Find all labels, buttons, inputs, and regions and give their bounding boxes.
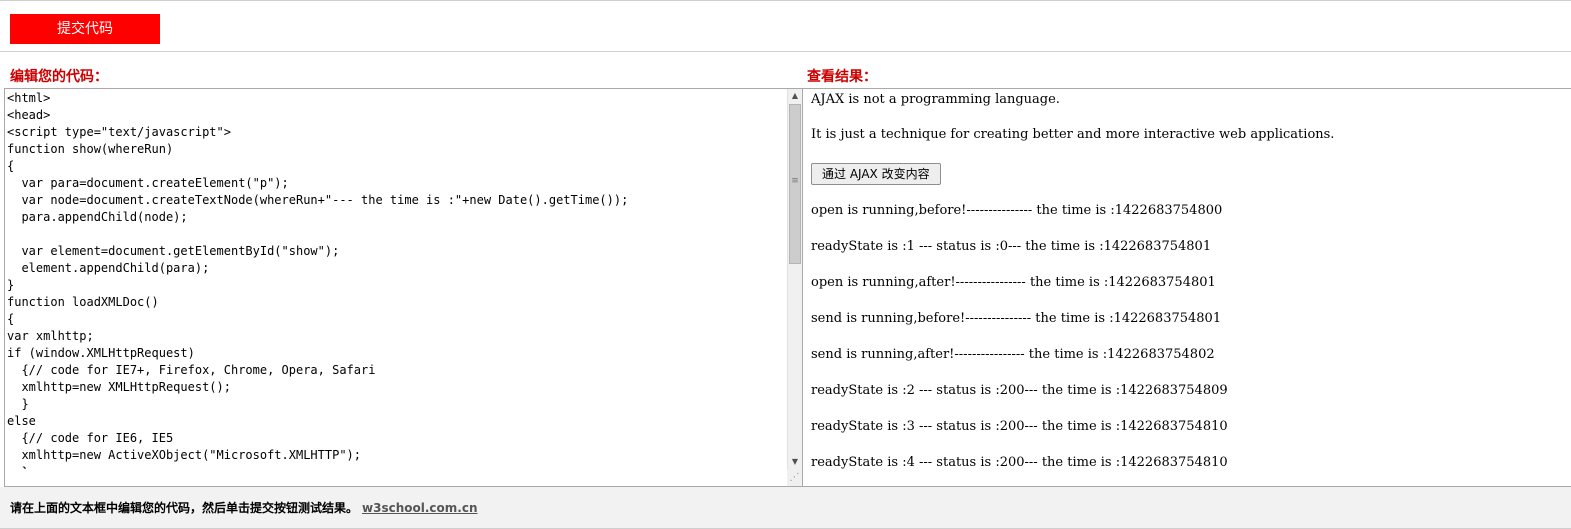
scroll-up-arrow-icon[interactable]: ▲ <box>788 89 802 103</box>
code-editor-textarea[interactable]: <html> <head> <script type="text/javascr… <box>5 89 788 469</box>
log-line: open is running,after!---------------- t… <box>811 275 1216 290</box>
log-line: readyState is :3 --- status is :200--- t… <box>811 419 1228 434</box>
resize-grip-icon[interactable]: ⋰ <box>787 469 802 486</box>
result-paragraph: It is just a technique for creating bett… <box>811 127 1335 142</box>
scroll-down-arrow-icon[interactable]: ▼ <box>788 455 802 469</box>
w3school-link[interactable]: w3school.com.cn <box>362 501 477 515</box>
log-line: readyState is :4 --- status is :200--- t… <box>811 455 1228 470</box>
log-line: send is running,after!---------------- t… <box>811 347 1215 362</box>
submit-code-button[interactable]: 提交代码 <box>10 14 160 44</box>
scrollbar-thumb[interactable]: ≡ <box>789 104 801 264</box>
result-paragraph: AJAX is not a programming language. <box>811 92 1060 107</box>
editor-title: 编辑您的代码： <box>10 69 108 85</box>
top-toolbar: 提交代码 <box>0 0 1571 52</box>
footer-instruction-text: 请在上面的文本框中编辑您的代码，然后单击提交按钮测试结果。 <box>10 501 359 515</box>
code-editor-panel: <html> <head> <script type="text/javascr… <box>4 88 803 487</box>
change-content-ajax-button[interactable]: 通过 AJAX 改变内容 <box>811 163 941 185</box>
editor-vertical-scrollbar[interactable]: ▲ ≡ ▼ <box>787 89 802 469</box>
log-line: readyState is :2 --- status is :200--- t… <box>811 383 1228 398</box>
scrollbar-grip-icon: ≡ <box>791 176 799 186</box>
log-line: send is running,before!--------------- t… <box>811 311 1222 326</box>
footer-bar: 请在上面的文本框中编辑您的代码，然后单击提交按钮测试结果。 w3school.co… <box>0 487 1571 529</box>
log-line: readyState is :1 --- status is :0--- the… <box>811 239 1212 254</box>
log-line: open is running,before!--------------- t… <box>811 203 1223 218</box>
footer-instruction: 请在上面的文本框中编辑您的代码，然后单击提交按钮测试结果。 w3school.co… <box>10 499 478 516</box>
result-title: 查看结果： <box>807 69 877 85</box>
result-panel: AJAX is not a programming language. It i… <box>803 88 1571 487</box>
